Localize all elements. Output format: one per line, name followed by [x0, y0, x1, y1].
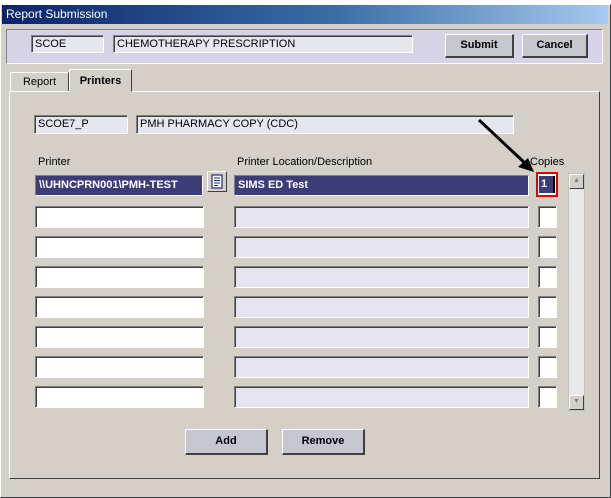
copies-input-row-3[interactable]: [538, 236, 557, 258]
add-button[interactable]: Add: [185, 429, 268, 455]
copies-input-row-1[interactable]: 1: [539, 176, 555, 193]
copy-code-field: SCOE7_P: [34, 115, 128, 134]
location-input-row-6[interactable]: [234, 326, 529, 348]
copies-input-row-7[interactable]: [538, 356, 557, 378]
printer-input-row-5[interactable]: [35, 296, 204, 318]
submit-button[interactable]: Submit: [445, 34, 514, 58]
copies-input-row-8[interactable]: [538, 386, 557, 408]
printer-list-scrollbar[interactable]: ▲ ▼: [568, 173, 585, 411]
printer-input-row-7[interactable]: [35, 356, 204, 378]
printer-input-row-4[interactable]: [35, 266, 204, 288]
location-input-row-4[interactable]: [234, 266, 529, 288]
printer-input-row-1[interactable]: \\UHNCPRN001\PMH-TEST: [35, 175, 203, 196]
remove-button[interactable]: Remove: [282, 429, 365, 455]
document-lookup-icon: [211, 174, 223, 189]
copies-column-header: Copies: [530, 156, 565, 168]
copies-input-row-4[interactable]: [538, 266, 557, 288]
location-input-row-3[interactable]: [234, 236, 529, 258]
window-title: Report Submission: [2, 5, 608, 24]
printer-input-row-2[interactable]: [35, 206, 204, 228]
cancel-button[interactable]: Cancel: [522, 34, 588, 58]
copies-input-row-6[interactable]: [538, 326, 557, 348]
tab-report[interactable]: Report: [10, 72, 69, 91]
tab-printers[interactable]: Printers: [69, 69, 132, 92]
location-input-row-2[interactable]: [234, 206, 529, 228]
scroll-up-button[interactable]: ▲: [569, 174, 584, 189]
printer-input-row-3[interactable]: [35, 236, 204, 258]
copies-input-row-5[interactable]: [538, 296, 557, 318]
printer-input-row-8[interactable]: [35, 386, 204, 408]
location-input-row-5[interactable]: [234, 296, 529, 318]
copies-highlight-box: 1: [536, 172, 558, 197]
location-input-row-1[interactable]: SIMS ED Test: [234, 175, 529, 196]
location-column-header: Printer Location/Description: [237, 156, 373, 168]
printer-lookup-button[interactable]: [207, 171, 227, 192]
scroll-down-button[interactable]: ▼: [569, 395, 584, 410]
location-input-row-7[interactable]: [234, 356, 529, 378]
report-code-field: SCOE: [31, 35, 104, 53]
copies-input-row-2[interactable]: [538, 206, 557, 228]
copy-description-field: PMH PHARMACY COPY (CDC): [136, 115, 514, 134]
report-name-field: CHEMOTHERAPY PRESCRIPTION: [113, 35, 413, 53]
printer-column-header: Printer: [38, 156, 71, 168]
location-input-row-8[interactable]: [234, 386, 529, 408]
printer-input-row-6[interactable]: [35, 326, 204, 348]
